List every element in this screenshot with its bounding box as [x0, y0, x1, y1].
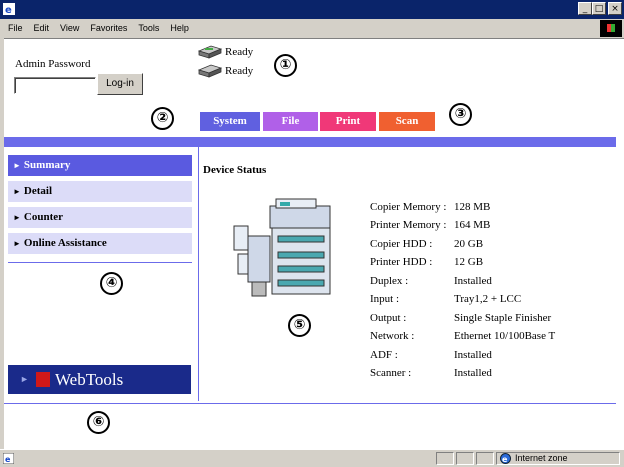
nav-label: Counter — [23, 211, 64, 223]
spec-value: 128 MB — [454, 201, 491, 213]
menu-favorites[interactable]: Favorites — [90, 23, 127, 33]
tab-file[interactable]: File — [263, 112, 318, 131]
callout-3: ③ — [449, 103, 472, 126]
menu-view[interactable]: View — [60, 23, 79, 33]
callout-5: ⑤ — [288, 314, 311, 337]
printer-status-2: Ready — [197, 64, 253, 78]
menu-help[interactable]: Help — [170, 23, 189, 33]
callout-1: ① — [274, 54, 297, 77]
printer-status-1: Ready — [197, 45, 253, 59]
close-button[interactable]: × — [608, 2, 622, 15]
spec-label: Output : — [370, 312, 407, 324]
menu-tools[interactable]: Tools — [138, 23, 159, 33]
spec-label: Network : — [370, 330, 415, 342]
nav-item-online-assistance[interactable]: ► Online Assistance — [8, 233, 192, 254]
login-button[interactable]: Log-in — [97, 73, 143, 95]
admin-password-label: Admin Password — [15, 58, 91, 70]
spec-label: ADF : — [370, 349, 398, 361]
callout-4: ④ — [100, 272, 123, 295]
menu-edit[interactable]: Edit — [34, 23, 50, 33]
svg-text:e: e — [5, 5, 12, 15]
tab-print[interactable]: Print — [320, 112, 376, 131]
footer-divider — [4, 403, 616, 404]
printer-status-text: Ready — [225, 65, 254, 77]
zone-cell: e Internet zone — [496, 452, 620, 465]
nav-item-summary[interactable]: ► Summary — [8, 155, 192, 176]
minimize-button[interactable]: _ — [578, 2, 592, 15]
arrow-right-icon: ► — [13, 239, 21, 248]
spec-label: Printer HDD : — [370, 256, 433, 268]
callout-2: ② — [151, 107, 174, 130]
spec-value: Installed — [454, 367, 492, 379]
device-status-title: Device Status — [203, 164, 267, 176]
status-cell — [476, 452, 494, 465]
status-bar: e e Internet zone — [0, 449, 624, 467]
callout-6: ⑥ — [87, 411, 110, 434]
spec-label: Duplex : — [370, 275, 409, 287]
nav-item-counter[interactable]: ► Counter — [8, 207, 192, 228]
windows-logo-icon — [600, 20, 622, 37]
header-band — [4, 137, 616, 147]
printer-status-text: Ready — [225, 46, 254, 58]
zone-label: Internet zone — [515, 453, 568, 463]
arrow-right-icon: ► — [20, 374, 29, 384]
nav-label: Summary — [23, 159, 71, 171]
spec-label: Input : — [370, 293, 400, 305]
spec-value: Installed — [454, 349, 492, 361]
status-cell — [436, 452, 454, 465]
window-frame-left — [0, 38, 4, 449]
content-divider — [198, 147, 199, 401]
tab-system[interactable]: System — [200, 112, 260, 131]
spec-label: Scanner : — [370, 367, 412, 379]
spec-label: Copier HDD : — [370, 238, 433, 250]
title-bar: e _ □ × — [0, 0, 624, 19]
spec-value: Ethernet 10/100Base T — [454, 330, 556, 342]
menu-file[interactable]: File — [8, 23, 23, 33]
arrow-right-icon: ► — [13, 161, 21, 170]
copier-illustration — [233, 198, 331, 297]
webtools-button[interactable]: ► WebTools — [8, 365, 191, 394]
svg-text:e: e — [502, 455, 508, 464]
menu-bar: File Edit View Favorites Tools Help — [0, 19, 624, 39]
spec-label: Printer Memory : — [370, 219, 447, 231]
maximize-button[interactable]: □ — [592, 2, 606, 15]
spec-value: 164 MB — [454, 219, 491, 231]
page-icon: e — [3, 453, 14, 464]
browser-logo-icon: e — [3, 3, 15, 15]
nav-label: Online Assistance — [23, 237, 107, 249]
admin-password-input[interactable] — [14, 77, 96, 94]
spec-label: Copier Memory : — [370, 201, 447, 213]
status-cell — [456, 452, 474, 465]
tab-scan[interactable]: Scan — [379, 112, 435, 131]
svg-text:e: e — [5, 455, 11, 464]
nav-label: Detail — [23, 185, 53, 197]
spec-value: 20 GB — [454, 238, 484, 250]
spec-value: Tray1,2 + LCC — [454, 293, 522, 305]
spec-value: Single Staple Finisher — [454, 312, 552, 324]
webtools-label: WebTools — [55, 370, 124, 389]
arrow-right-icon: ► — [13, 187, 21, 196]
nav-item-detail[interactable]: ► Detail — [8, 181, 192, 202]
printer-icon — [197, 64, 223, 78]
fiery-logo-icon — [36, 372, 50, 387]
printer-icon — [197, 45, 223, 59]
spec-value: Installed — [454, 275, 492, 287]
globe-icon: e — [500, 453, 511, 464]
spec-value: 12 GB — [454, 256, 484, 268]
nav-divider — [8, 262, 192, 263]
arrow-right-icon: ► — [13, 213, 21, 222]
